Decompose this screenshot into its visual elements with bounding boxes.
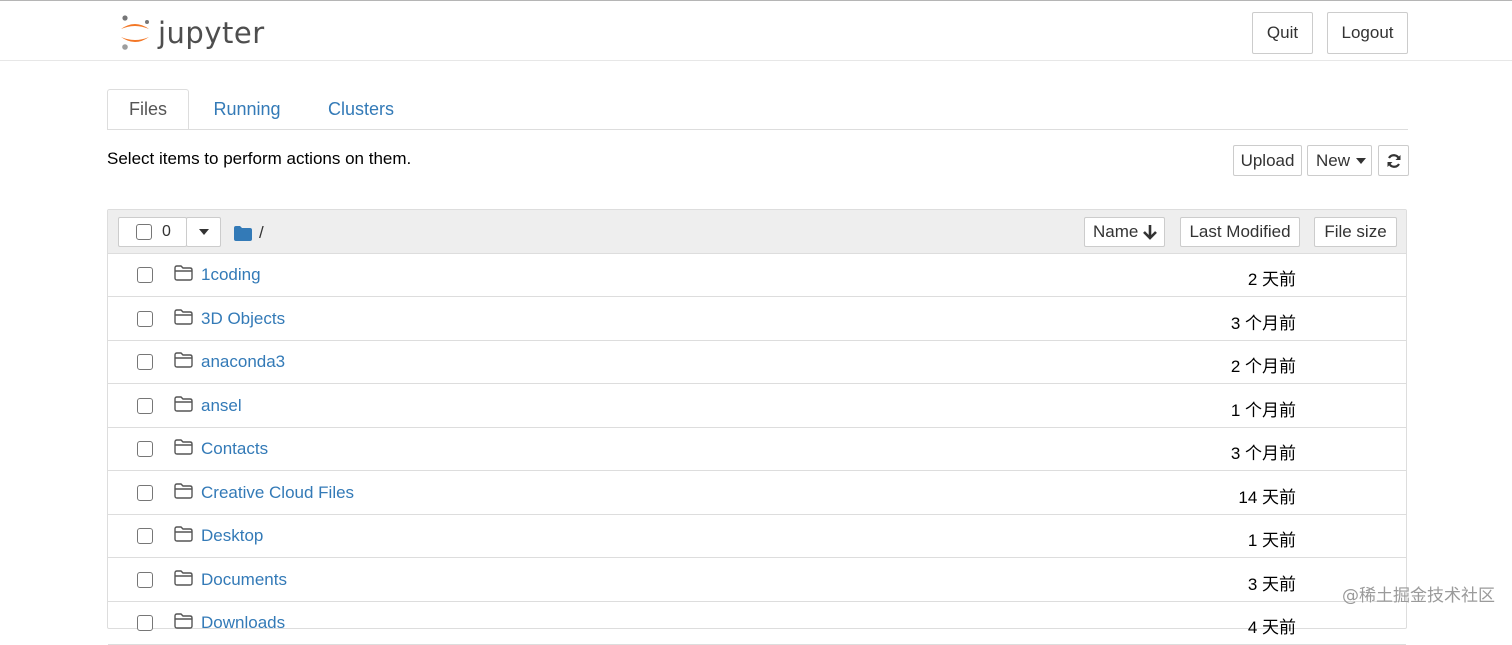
new-button-label: New [1316, 150, 1351, 170]
last-modified: 3 个月前 [1230, 313, 1296, 333]
last-modified: 2 天前 [1247, 270, 1296, 289]
arrow-down-icon [1143, 225, 1158, 240]
tab-divider [107, 129, 1408, 130]
last-modified: 14 天前 [1238, 487, 1296, 507]
last-modified: 2 个月前 [1230, 357, 1296, 376]
row-checkbox[interactable] [137, 484, 153, 501]
folder-solid-icon[interactable] [234, 225, 252, 241]
file-list-header: 0 / Name Last Modified File size [108, 210, 1406, 254]
file-name-link[interactable]: Contacts [201, 439, 268, 459]
folder-icon [174, 395, 193, 417]
new-dropdown-button[interactable]: New [1307, 145, 1372, 176]
tab-clusters[interactable]: Clusters [310, 89, 412, 130]
folder-icon [174, 308, 193, 330]
folder-icon [174, 613, 193, 634]
file-row[interactable]: ansel 1 个月前 [108, 385, 1406, 428]
folder-icon [174, 265, 193, 286]
last-modified: 1 个月前 [1230, 400, 1296, 420]
refresh-button[interactable] [1378, 145, 1409, 176]
select-all-checkbox[interactable] [136, 224, 152, 240]
row-checkbox[interactable] [137, 354, 153, 370]
header-bar: jupyter Quit Logout [0, 5, 1512, 61]
tab-files[interactable]: Files [107, 89, 189, 130]
file-name-link[interactable]: 3D Objects [201, 309, 285, 329]
file-name-link[interactable]: Creative Cloud Files [201, 483, 354, 503]
selection-dropdown-button[interactable] [186, 217, 221, 247]
file-row[interactable]: Creative Cloud Files 14 天前 [108, 472, 1406, 515]
file-row[interactable]: Downloads 4 天前 [108, 602, 1406, 645]
jupyter-logo[interactable]: jupyter [118, 13, 265, 53]
jupyter-logo-icon [121, 15, 149, 50]
caret-down-icon [1356, 157, 1367, 164]
sort-name-label: Name [1093, 222, 1139, 241]
folder-icon [174, 569, 193, 591]
logo-text: jupyter [158, 16, 265, 50]
upload-button[interactable]: Upload [1233, 145, 1302, 176]
row-checkbox[interactable] [137, 528, 153, 544]
file-name-link[interactable]: 1coding [201, 265, 261, 285]
last-modified: 3 个月前 [1230, 444, 1296, 463]
file-name-link[interactable]: anaconda3 [201, 352, 285, 372]
file-name-link[interactable]: ansel [201, 396, 242, 416]
sort-by-size-button[interactable]: File size [1314, 217, 1397, 247]
breadcrumb-path[interactable]: / [259, 223, 264, 243]
file-row[interactable]: 1coding 2 天前 [108, 254, 1406, 297]
tab-running[interactable]: Running [196, 89, 298, 130]
watermark: @稀土掘金技术社区 [1342, 586, 1495, 606]
folder-icon [174, 439, 193, 460]
last-modified: 1 天前 [1247, 531, 1296, 550]
file-name-link[interactable]: Desktop [201, 526, 263, 546]
file-name-link[interactable]: Downloads [201, 613, 285, 633]
folder-icon [174, 482, 193, 504]
breadcrumb: / [234, 223, 264, 243]
quit-button[interactable]: Quit [1252, 12, 1313, 54]
row-checkbox[interactable] [137, 310, 153, 327]
file-row[interactable]: Contacts 3 个月前 [108, 428, 1406, 471]
folder-icon [174, 352, 193, 373]
file-row[interactable]: 3D Objects 3 个月前 [108, 298, 1406, 341]
file-name-link[interactable]: Documents [201, 570, 287, 590]
file-list: 0 / Name Last Modified File size 1coding… [107, 209, 1407, 645]
file-row[interactable]: Desktop 1 天前 [108, 515, 1406, 558]
last-modified: 4 天前 [1247, 618, 1296, 637]
sort-by-modified-button[interactable]: Last Modified [1180, 217, 1300, 247]
row-checkbox[interactable] [137, 397, 153, 414]
refresh-icon [1387, 153, 1400, 168]
last-modified: 3 天前 [1247, 574, 1296, 594]
file-row[interactable]: anaconda3 2 个月前 [108, 341, 1406, 384]
caret-down-icon [198, 229, 209, 235]
select-all-button[interactable]: 0 [118, 217, 187, 247]
row-checkbox[interactable] [137, 441, 153, 457]
folder-icon [174, 526, 193, 547]
file-row[interactable]: Documents 3 天前 [108, 559, 1406, 602]
logout-button[interactable]: Logout [1327, 12, 1408, 54]
row-checkbox[interactable] [137, 571, 153, 588]
selected-count: 0 [162, 223, 171, 240]
row-checkbox[interactable] [137, 267, 153, 283]
sort-by-name-button[interactable]: Name [1084, 217, 1165, 247]
selection-hint: Select items to perform actions on them. [107, 149, 412, 168]
row-checkbox[interactable] [137, 615, 153, 631]
